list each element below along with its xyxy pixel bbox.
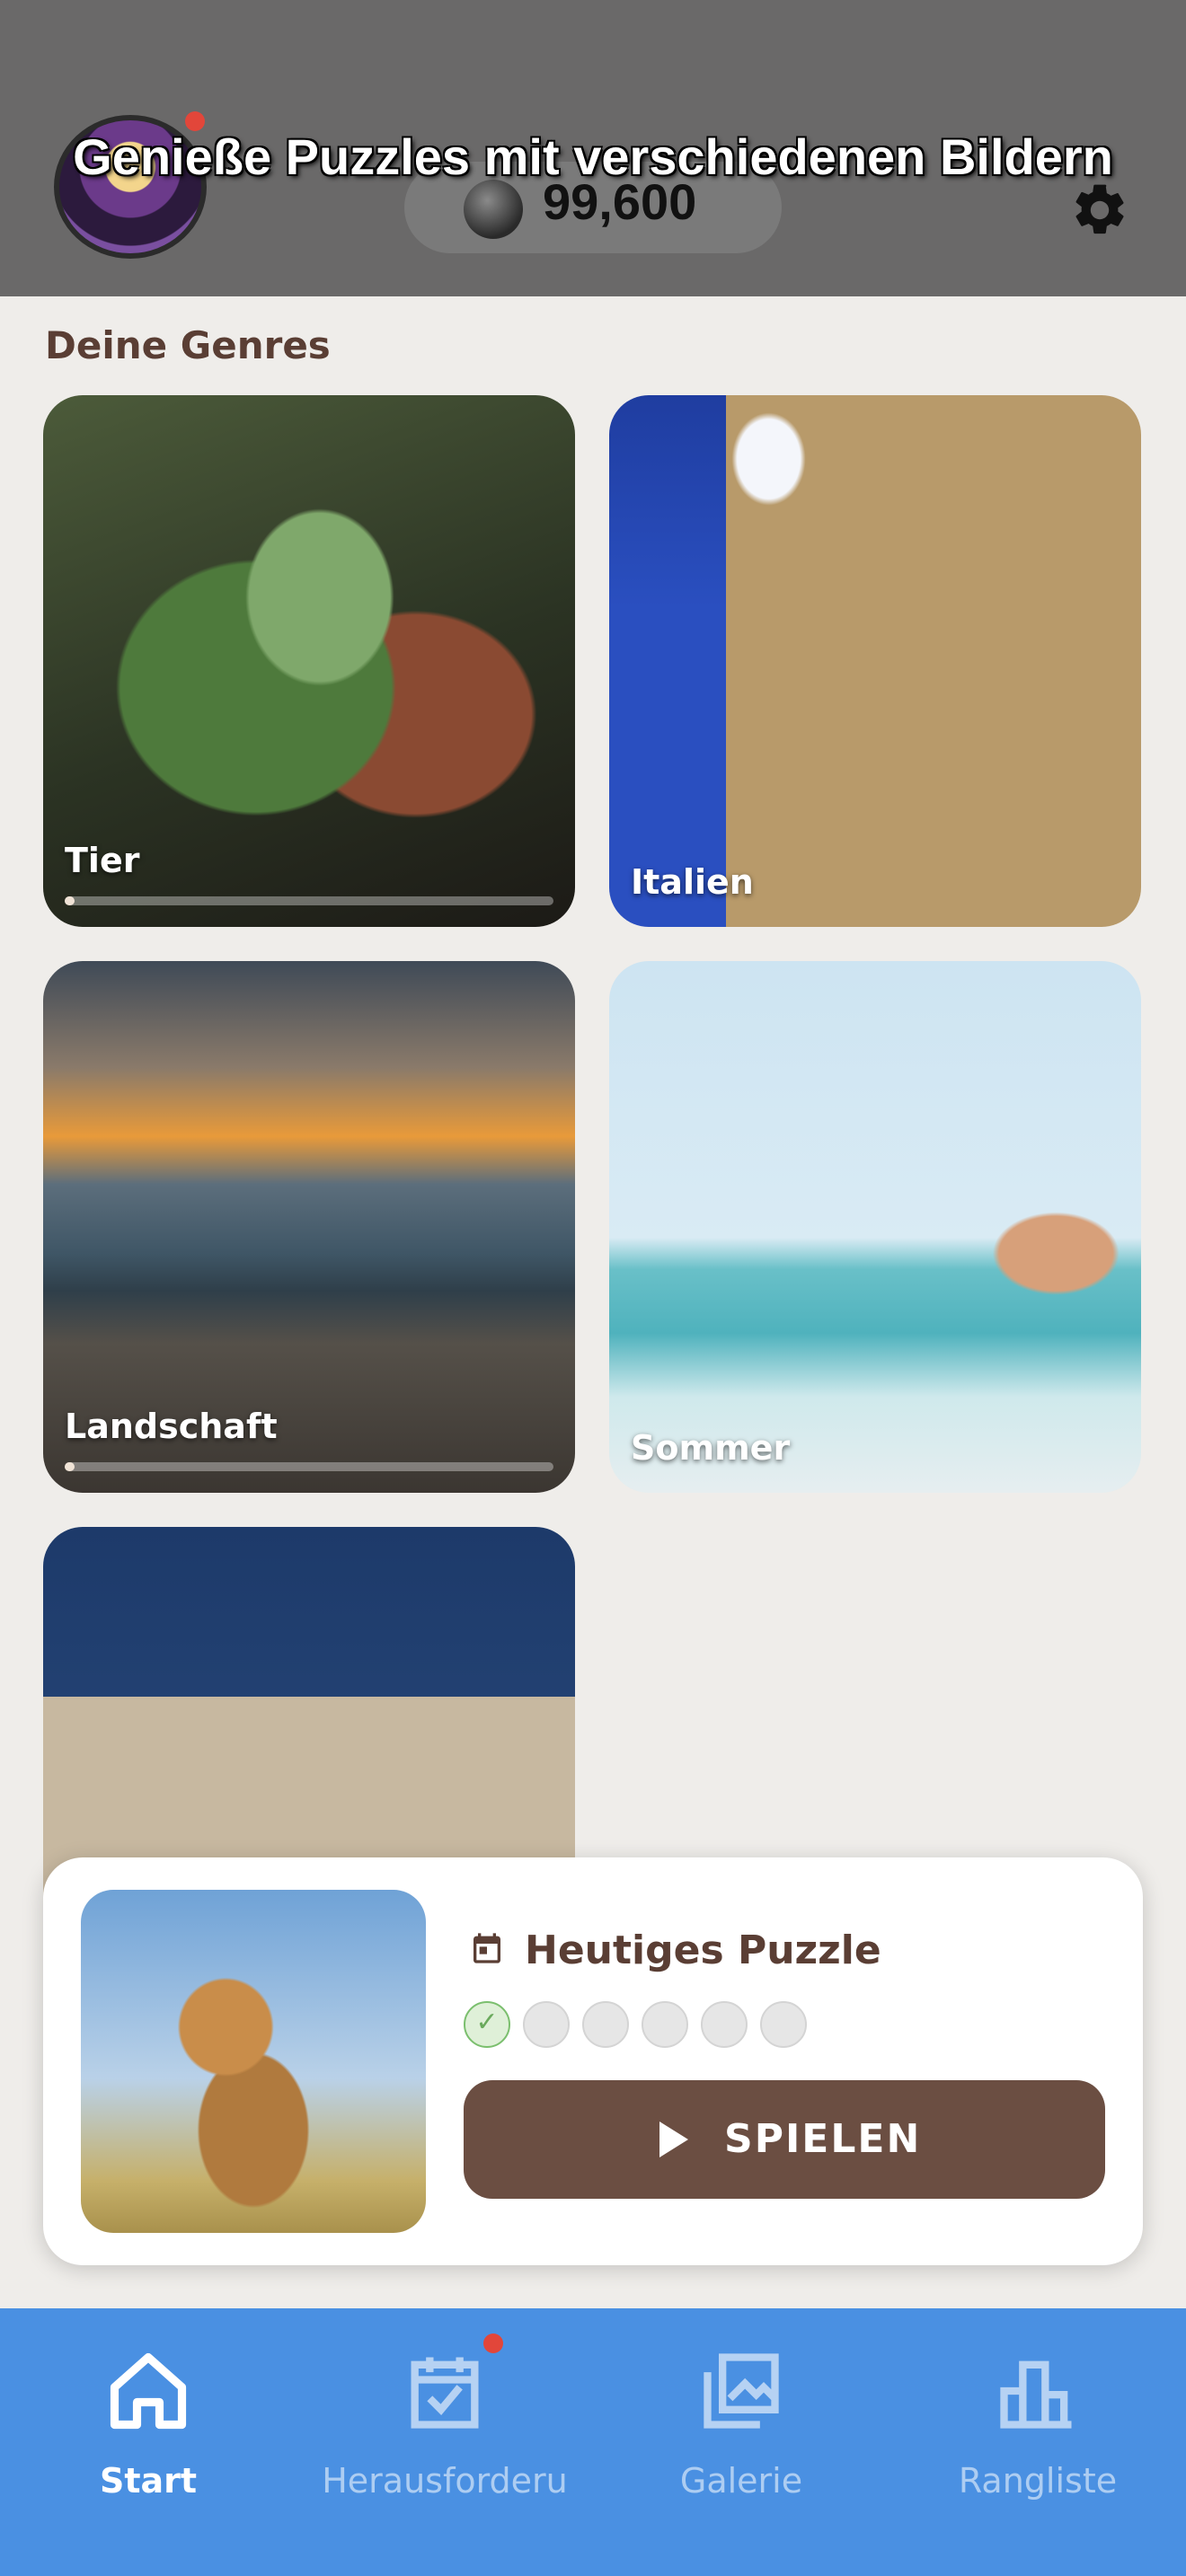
genre-card-landschaft[interactable]: Landschaft bbox=[43, 961, 575, 1493]
genre-label: Tier bbox=[65, 841, 140, 880]
genre-label: Sommer bbox=[631, 1428, 791, 1468]
nav-item-start[interactable]: Start bbox=[0, 2335, 296, 2533]
nav-label: Start bbox=[99, 2461, 198, 2501]
genre-progress-bar bbox=[65, 896, 553, 905]
nav-label: Rangliste bbox=[958, 2461, 1118, 2501]
gear-icon[interactable] bbox=[1069, 180, 1130, 241]
genre-progress-bar bbox=[65, 1462, 553, 1471]
daily-progress-dot bbox=[701, 2001, 748, 2048]
coin-icon bbox=[464, 180, 523, 239]
genre-label: Landschaft bbox=[65, 1407, 278, 1446]
genre-label: Italien bbox=[631, 862, 754, 902]
daily-puzzle-title: Heutiges Puzzle bbox=[525, 1928, 881, 1973]
nav-item-herausforderungen[interactable]: Herausforderu bbox=[296, 2335, 593, 2533]
daily-progress-dot bbox=[582, 2001, 629, 2048]
gallery-icon bbox=[704, 2353, 779, 2429]
calendar-check-icon bbox=[411, 2357, 479, 2429]
calendar-icon bbox=[474, 1933, 500, 1963]
leaderboard-icon bbox=[1000, 2360, 1072, 2429]
play-button-label: SPIELEN bbox=[724, 2116, 922, 2162]
nav-item-rangliste[interactable]: Rangliste bbox=[890, 2335, 1186, 2533]
home-icon bbox=[110, 2352, 187, 2430]
nav-label: Galerie bbox=[679, 2461, 803, 2501]
daily-progress-dot bbox=[523, 2001, 570, 2048]
nav-badge-dot bbox=[483, 2333, 503, 2353]
promo-banner-text: Genieße Puzzles mit verschiedenen Bilder… bbox=[73, 128, 1113, 185]
genre-card-sommer[interactable]: Sommer bbox=[609, 961, 1141, 1493]
daily-puzzle-image bbox=[81, 1890, 426, 2233]
genre-progress-fill bbox=[65, 896, 75, 905]
daily-progress-dot bbox=[760, 2001, 807, 2048]
nav-label: Herausforderu bbox=[322, 2461, 568, 2501]
section-title-genres: Deine Genres bbox=[45, 323, 331, 367]
genre-card-tier[interactable]: Tier bbox=[43, 395, 575, 927]
play-icon bbox=[659, 2122, 688, 2157]
genre-card-italien[interactable]: Italien bbox=[609, 395, 1141, 927]
nav-item-galerie[interactable]: Galerie bbox=[593, 2335, 890, 2533]
daily-progress-dot bbox=[642, 2001, 688, 2048]
genre-progress-fill bbox=[65, 1462, 75, 1471]
daily-progress-dot bbox=[464, 2001, 510, 2048]
